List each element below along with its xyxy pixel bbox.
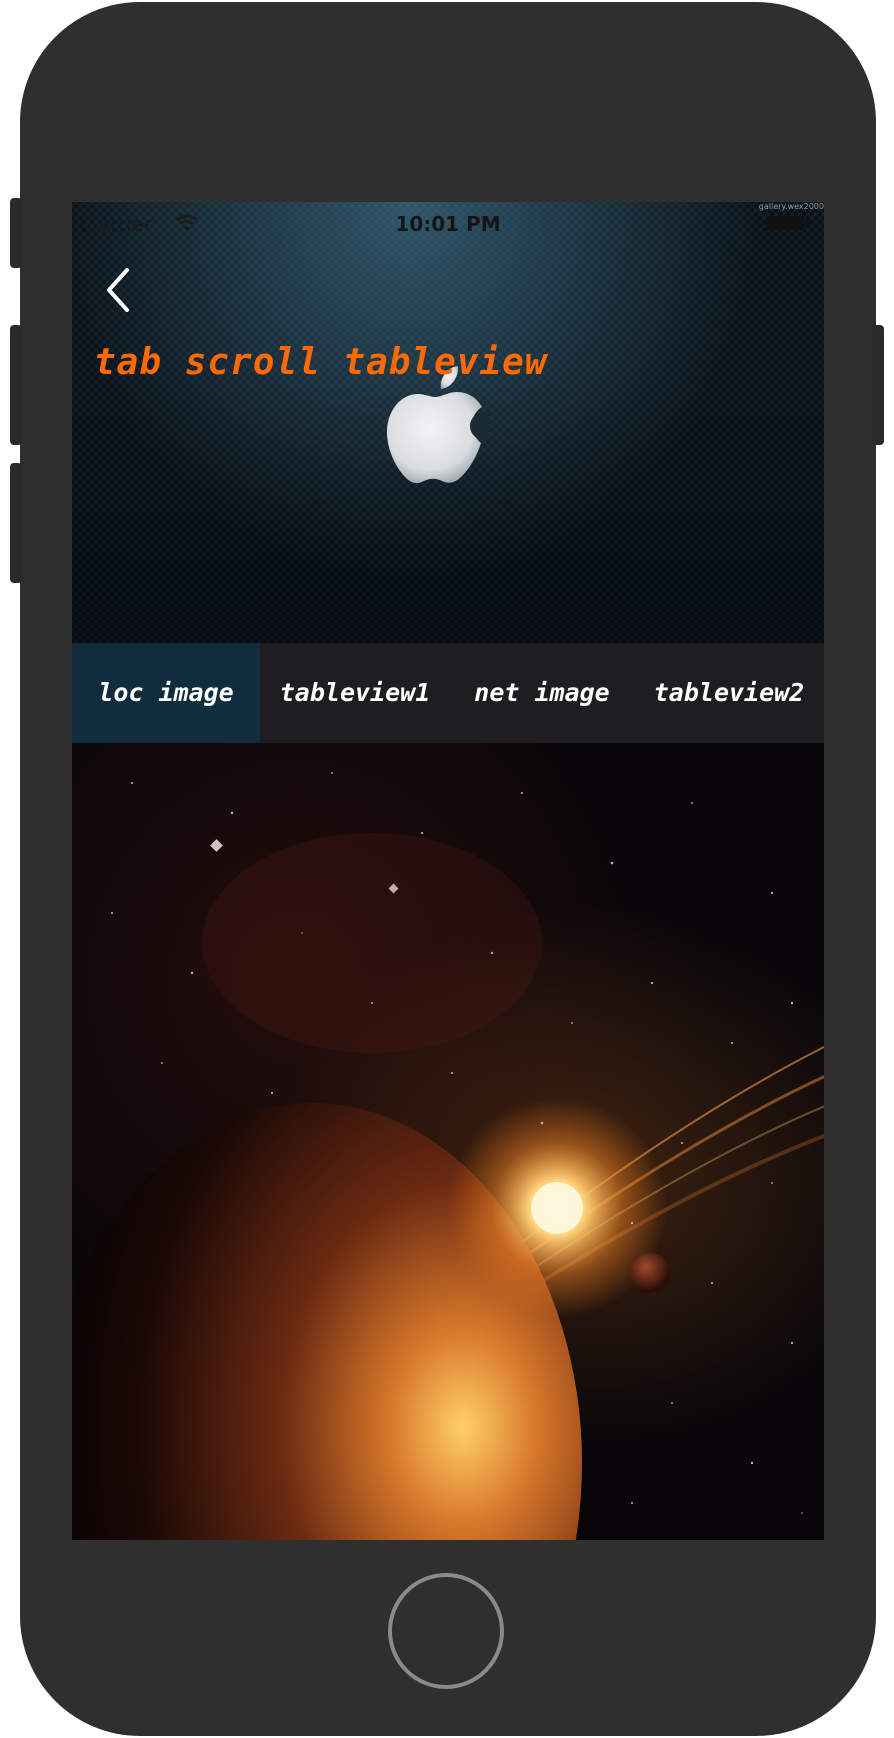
battery-icon — [766, 216, 809, 230]
tab-net-image[interactable]: net image — [450, 643, 634, 743]
volume-down-button — [10, 463, 22, 583]
status-time: 10:01 PM — [395, 212, 501, 236]
page-title: tab scroll tableview — [94, 342, 548, 383]
home-button[interactable] — [388, 1573, 504, 1689]
power-button — [872, 325, 884, 445]
tab-bar: loc image tableview1 net image tableview… — [72, 643, 824, 743]
tab-tableview1[interactable]: tableview1 — [260, 643, 450, 743]
planet-space-image — [72, 743, 824, 1540]
header-background: Carrier 10:01 PM gallery.wex2000 tab scr… — [72, 202, 824, 643]
status-bar: Carrier 10:01 PM gallery.wex2000 — [72, 202, 824, 246]
tab-tableview2[interactable]: tableview2 — [634, 643, 824, 743]
volume-up-button — [10, 325, 22, 445]
screen: Carrier 10:01 PM gallery.wex2000 tab scr… — [72, 202, 824, 1540]
mute-switch — [10, 198, 22, 268]
space-scene — [72, 772, 824, 1540]
chevron-left-icon[interactable] — [102, 266, 138, 314]
tab-loc-image[interactable]: loc image — [72, 643, 260, 743]
watermark-text: gallery.wex2000 — [758, 202, 824, 211]
